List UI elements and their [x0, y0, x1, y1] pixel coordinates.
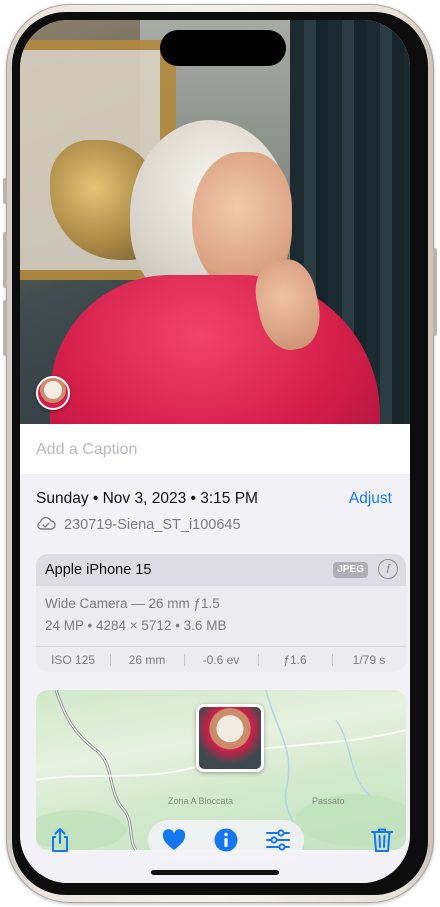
side-button: [433, 248, 437, 336]
caption-placeholder: Add a Caption: [36, 441, 138, 458]
file-name: 230719-Siena_ST_i100645: [64, 517, 241, 533]
heart-icon[interactable]: [160, 826, 188, 854]
exif-focal-length: 26 mm: [110, 647, 184, 672]
info-icon[interactable]: [212, 826, 240, 854]
device-name: Apple iPhone 15: [45, 562, 152, 578]
caption-field[interactable]: Add a Caption: [20, 424, 410, 474]
camera-info-card: Apple iPhone 15 JPEG f Wide Camera — 26 …: [36, 554, 406, 672]
exif-iso: ISO 125: [50, 653, 96, 667]
aperture-icon[interactable]: f: [378, 559, 398, 579]
share-icon[interactable]: [46, 826, 74, 854]
image-specs: 24 MP • 4284 × 5712 • 3.6 MB: [45, 618, 227, 633]
date-time: Sunday • Nov 3, 2023 • 3:15 PM: [36, 490, 258, 507]
sliders-icon[interactable]: [264, 826, 292, 854]
exif-aperture: ƒ1.6: [258, 647, 332, 672]
home-indicator[interactable]: [151, 870, 279, 875]
exif-exposure-value: -0.6 ev: [184, 647, 258, 672]
exif-shutter-speed: 1/79 s: [332, 647, 406, 672]
camera-card-header: Apple iPhone 15 JPEG f: [36, 554, 406, 586]
volume-up-button: [3, 232, 7, 288]
map-label-area: Zona A Bloccata: [168, 796, 234, 806]
photo-viewer[interactable]: [20, 20, 410, 424]
exif-row: ISO 125 26 mm -0.6 ev ƒ1.6 1/79 s: [36, 646, 406, 672]
info-panel: Add a Caption Sunday • Nov 3, 2023 • 3:1…: [20, 424, 410, 883]
screen: Add a Caption Sunday • Nov 3, 2023 • 3:1…: [20, 20, 410, 883]
bottom-toolbar: [20, 818, 410, 868]
map-label-town: Passato: [312, 796, 345, 806]
file-name-row: 230719-Siena_ST_i100645: [36, 516, 241, 534]
map-photo-thumbnail[interactable]: [196, 704, 264, 772]
lens-info: Wide Camera — 26 mm ƒ1.5: [45, 596, 220, 611]
adjust-button[interactable]: Adjust: [349, 490, 392, 508]
format-badge: JPEG: [333, 562, 368, 578]
cloud-check-icon: [36, 516, 56, 534]
volume-down-button: [3, 300, 7, 356]
action-button: [3, 178, 7, 204]
dynamic-island: [160, 30, 286, 66]
person-avatar[interactable]: [36, 376, 70, 410]
trash-icon[interactable]: [368, 826, 396, 854]
